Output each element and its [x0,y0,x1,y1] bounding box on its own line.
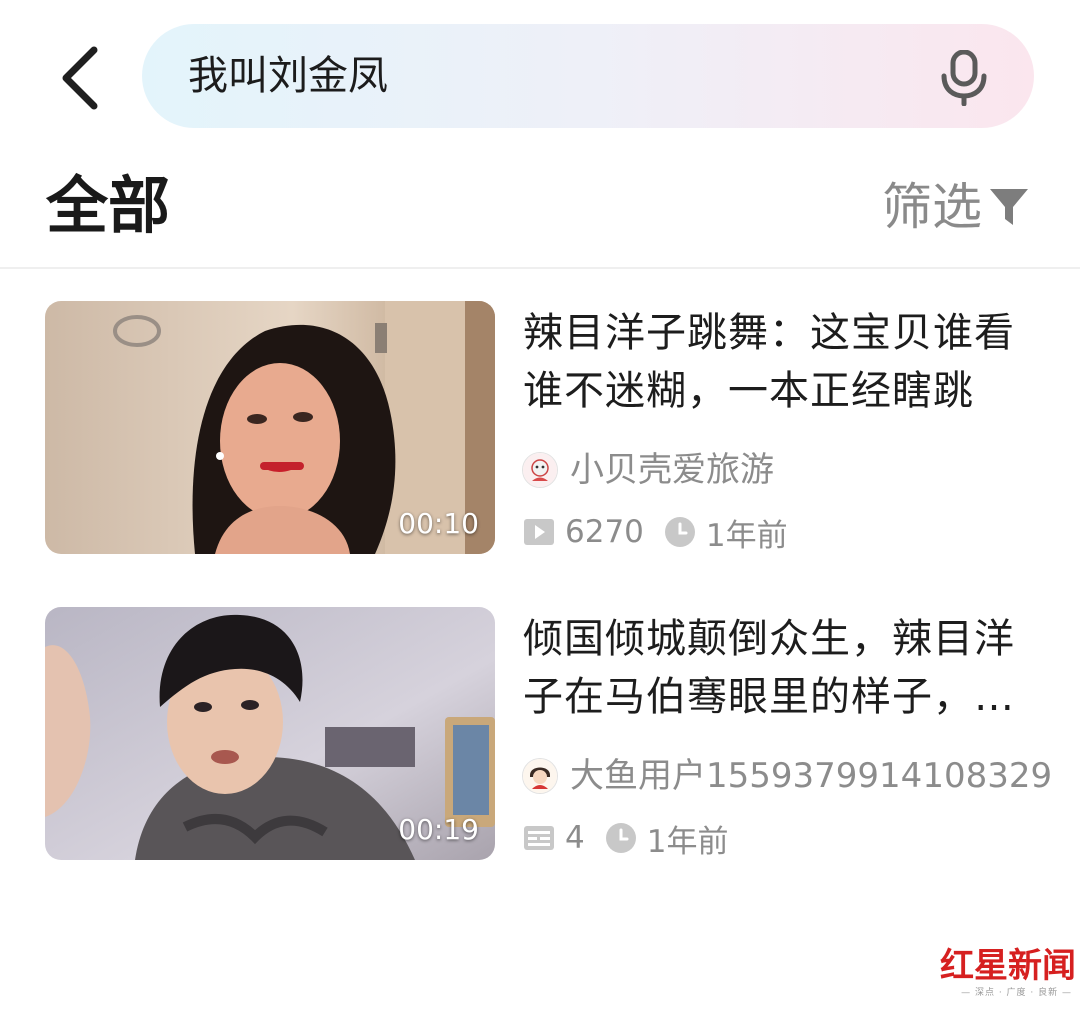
video-thumbnail[interactable]: 00:10 [45,301,495,554]
search-input[interactable]: 我叫刘金凤 [142,24,1034,128]
result-card[interactable]: 00:10 辣目洋子跳舞：这宝贝谁看谁不迷糊，一本正经瞎跳 小贝壳爱旅游 627… [0,300,1080,556]
author-row[interactable]: 小贝壳爱旅游 [522,448,774,492]
search-header: 我叫刘金凤 [0,0,1080,150]
comment-count: 4 [565,820,585,856]
search-query[interactable]: 我叫刘金凤 [188,24,388,128]
video-duration: 00:10 [398,507,479,540]
voice-search-button[interactable] [938,49,990,107]
view-count: 6270 [565,514,644,550]
filter-label: 筛选 [882,178,982,236]
video-duration: 00:19 [398,813,479,846]
video-title[interactable]: 辣目洋子跳舞：这宝贝谁看谁不迷糊，一本正经瞎跳 [523,304,1033,420]
filter-button[interactable]: 筛选 [882,172,1030,242]
author-name: 大鱼用户1559379914108329 [570,756,1053,796]
video-meta: 6270 1年前 [523,510,788,554]
author-row[interactable]: 大鱼用户1559379914108329 [522,754,1052,798]
video-thumbnail[interactable]: 00:19 [45,607,495,860]
clock-icon [664,517,695,547]
tab-all[interactable]: 全部 [46,166,170,246]
back-button[interactable] [52,42,112,112]
watermark-brand: 红星新闻 [940,946,1076,986]
watermark-tagline: — 深点 · 广度 · 良新 — [961,988,1072,998]
video-title[interactable]: 倾国倾城颠倒众生，辣目洋子在马伯骞眼里的样子，… [523,610,1033,726]
author-name: 小贝壳爱旅游 [570,450,774,490]
divider [0,267,1080,269]
article-icon [524,826,554,850]
avatar [522,452,558,488]
video-meta: 4 1年前 [523,816,728,860]
avatar [522,758,558,794]
publish-time: 1年前 [646,823,729,860]
result-card[interactable]: 00:19 倾国倾城颠倒众生，辣目洋子在马伯骞眼里的样子，… 大鱼用户15593… [0,606,1080,862]
microphone-icon [941,49,987,107]
filter-icon [990,189,1028,225]
publish-time: 1年前 [705,517,788,554]
chevron-left-icon [62,46,98,110]
clock-icon [605,823,636,853]
play-icon [524,519,554,545]
watermark-logo: 红星新闻 — 深点 · 广度 · 良新 — [940,946,1076,1006]
